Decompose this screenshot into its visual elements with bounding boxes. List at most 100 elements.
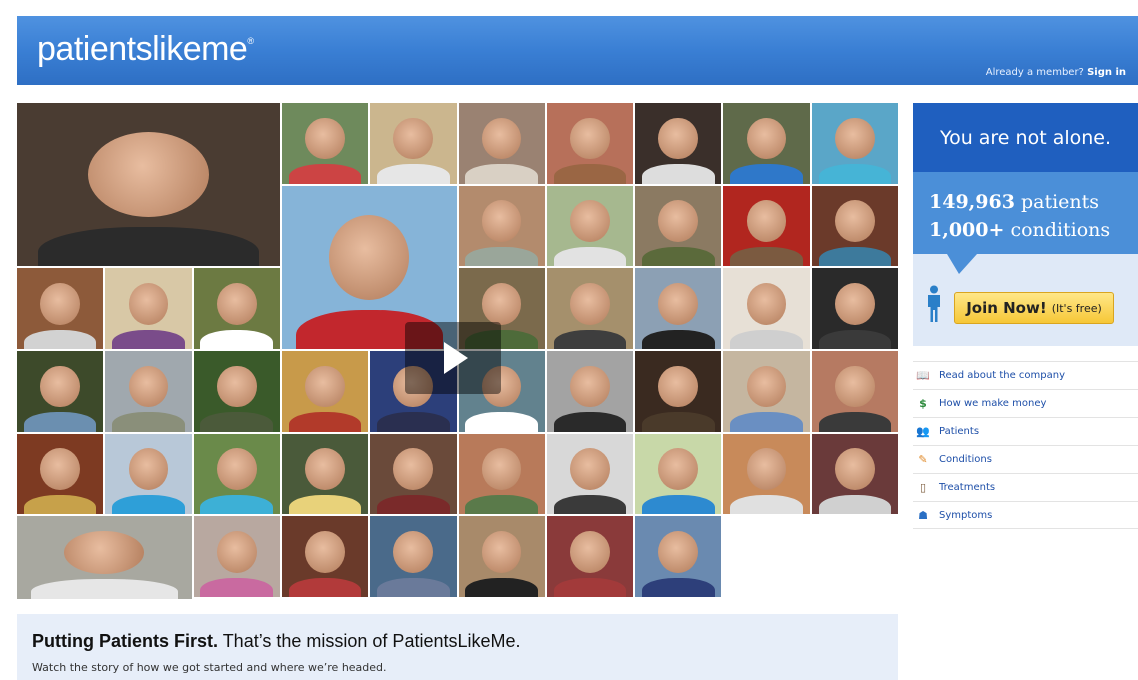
bubble-tail (947, 254, 977, 274)
photo-body (112, 494, 185, 515)
photo-body (377, 577, 450, 597)
photo-body (818, 329, 892, 349)
photo-face (834, 117, 875, 160)
nav-item-how-we-make-money[interactable]: $ How we make money (913, 389, 1138, 417)
photo-body (818, 412, 892, 432)
nav-item-label: Patients (939, 426, 980, 437)
patient-photo (193, 516, 280, 597)
patient-photo (811, 103, 898, 184)
patient-photo (723, 268, 810, 349)
photo-body (553, 164, 627, 184)
patient-photo (458, 433, 545, 515)
nav-item-treatments[interactable]: ▯ Treatments (913, 473, 1138, 501)
photo-face (216, 365, 257, 408)
photo-body (288, 577, 362, 597)
bandage-icon: ✎ (918, 453, 928, 466)
photo-face (393, 530, 434, 573)
photo-face (216, 282, 257, 325)
photo-body (465, 577, 538, 597)
nav-item-patients[interactable]: 👥 Patients (913, 417, 1138, 445)
photo-face (834, 365, 875, 408)
nav-item-symptoms[interactable]: ☗ Symptoms (913, 501, 1138, 529)
patient-photo (546, 268, 634, 349)
patients-count: 149,963 (929, 191, 1015, 213)
site-logo[interactable]: patientslikeme® (37, 30, 254, 69)
site-header: patientslikeme® Already a member? Sign i… (17, 16, 1138, 85)
patient-photo (17, 103, 280, 267)
dollar-icon: $ (919, 397, 927, 410)
photo-body (288, 494, 362, 515)
photo-face (658, 448, 699, 491)
photo-body (553, 246, 627, 267)
mission-headline-bold: Putting Patients First. (32, 631, 219, 651)
photo-face (746, 365, 787, 408)
patient-photo (105, 433, 192, 515)
photo-body (465, 412, 538, 432)
patient-photo (546, 516, 634, 597)
patient-photo (723, 185, 810, 267)
side-nav: 📖 Read about the company $ How we make mone… (913, 361, 1138, 529)
photo-face (834, 282, 875, 325)
patient-photo (193, 268, 280, 349)
patient-photo (723, 103, 810, 184)
photo-body (38, 227, 259, 267)
patient-photo (370, 516, 457, 597)
photo-body (465, 494, 538, 515)
photo-face (746, 282, 787, 325)
mission-headline: Putting Patients First. That’s the missi… (32, 631, 521, 652)
patient-photo (17, 433, 104, 515)
mission-subtext[interactable]: Watch the story of how we got started an… (32, 661, 387, 674)
photo-face (64, 531, 145, 575)
photo-face (481, 282, 522, 325)
nav-item-label: Conditions (939, 454, 992, 465)
photo-body (641, 329, 715, 349)
photo-face (393, 448, 434, 491)
patient-photo (17, 516, 192, 599)
book-icon: 📖 (916, 369, 930, 382)
photo-body (730, 494, 803, 515)
patient-photo (635, 103, 722, 184)
photo-body (465, 164, 538, 184)
stats-panel: You are not alone. 149,963 patients 1,00… (913, 103, 1138, 346)
join-now-button[interactable]: Join Now! (It's free) (954, 292, 1114, 324)
nav-item-conditions[interactable]: ✎ Conditions (913, 445, 1138, 473)
photo-face (305, 117, 345, 160)
play-video-button[interactable] (405, 322, 501, 394)
patient-photo (105, 268, 192, 349)
photo-body (730, 164, 803, 184)
photo-body (23, 329, 97, 349)
patient-photo (723, 350, 810, 432)
photo-face (658, 365, 699, 408)
mission-banner: Putting Patients First. That’s the missi… (17, 614, 898, 680)
conditions-stat: 1,000+ conditions (929, 216, 1138, 244)
photo-face (746, 448, 787, 491)
photo-face (481, 117, 522, 160)
photo-body (288, 164, 362, 184)
photo-face (40, 282, 80, 325)
patient-photo (635, 516, 722, 597)
photo-body (112, 412, 185, 432)
patient-photo (811, 433, 898, 515)
photo-face (570, 282, 610, 325)
people-icon: 👥 (916, 425, 930, 438)
person-icon (928, 285, 940, 322)
nav-item-read-about-the-company[interactable]: 📖 Read about the company (913, 361, 1138, 389)
photo-body (200, 494, 273, 515)
sign-in-link[interactable]: Sign in (1087, 67, 1126, 78)
photo-face (658, 530, 699, 573)
play-icon (444, 342, 468, 374)
photo-face (393, 117, 434, 160)
photo-face (305, 448, 345, 491)
photo-face (329, 215, 410, 300)
patient-photo (635, 433, 722, 515)
patient-photo (811, 350, 898, 432)
photo-face (128, 365, 169, 408)
patient-photo (281, 103, 369, 184)
photo-face (746, 117, 787, 160)
logo-text: patientslikeme (37, 30, 248, 68)
photo-body (377, 164, 450, 184)
patient-photo (458, 516, 545, 597)
photo-face (87, 132, 209, 218)
patient-photo (546, 350, 634, 432)
photo-body (465, 246, 538, 267)
